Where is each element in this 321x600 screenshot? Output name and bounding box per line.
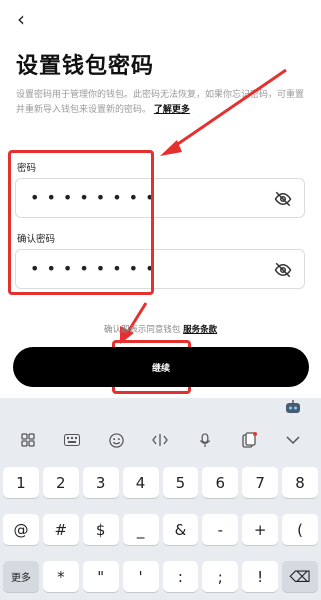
key[interactable]: 5 <box>162 467 199 498</box>
continue-label: 继续 <box>151 363 170 374</box>
keyboard-row-more: 更多 * " ' : ; ! ⌫ <box>3 561 318 592</box>
emoji-icon[interactable] <box>104 430 128 450</box>
cursor-icon[interactable] <box>148 430 172 450</box>
key[interactable]: _ <box>122 514 159 545</box>
continue-button[interactable]: 继续 <box>13 347 309 387</box>
key[interactable]: * <box>42 561 79 592</box>
keyboard-icon[interactable] <box>60 430 84 450</box>
terms-text: 确认即表示同意钱包 服务条款 <box>0 323 321 335</box>
key[interactable]: - <box>202 514 239 545</box>
mic-icon[interactable] <box>193 430 217 450</box>
key[interactable]: " <box>82 561 119 592</box>
keyboard: 1 2 3 4 5 6 7 8 @ # $ _ & - + ( 更多 * " '… <box>0 398 321 600</box>
key[interactable]: 6 <box>202 467 239 498</box>
key[interactable]: 8 <box>282 467 318 498</box>
keyboard-row-symbols: @ # $ _ & - + ( <box>3 514 318 545</box>
key[interactable]: 3 <box>82 467 119 498</box>
key[interactable]: # <box>42 514 79 545</box>
key[interactable]: 7 <box>242 467 279 498</box>
key[interactable]: : <box>162 561 199 592</box>
key[interactable]: ' <box>122 561 159 592</box>
key[interactable]: ; <box>202 561 239 592</box>
key[interactable]: + <box>242 514 279 545</box>
key[interactable]: $ <box>82 514 119 545</box>
key[interactable]: ! <box>242 561 279 592</box>
chevron-down-icon[interactable] <box>281 430 305 450</box>
clipboard-icon[interactable] <box>237 430 261 450</box>
robot-icon[interactable] <box>285 400 301 414</box>
key[interactable]: 2 <box>42 467 79 498</box>
key[interactable]: 4 <box>122 467 159 498</box>
key[interactable]: ( <box>282 514 318 545</box>
more-key[interactable]: 更多 <box>3 561 39 592</box>
grid-icon[interactable] <box>16 430 40 450</box>
terms-link[interactable]: 服务条款 <box>183 325 217 335</box>
keyboard-row-numbers: 1 2 3 4 5 6 7 8 <box>3 467 318 498</box>
terms-prefix: 确认即表示同意钱包 <box>103 325 181 335</box>
keyboard-toolbar <box>0 426 321 454</box>
key[interactable]: 1 <box>3 467 39 498</box>
backspace-key[interactable]: ⌫ <box>282 561 318 592</box>
key[interactable]: @ <box>3 514 39 545</box>
key[interactable]: & <box>162 514 199 545</box>
